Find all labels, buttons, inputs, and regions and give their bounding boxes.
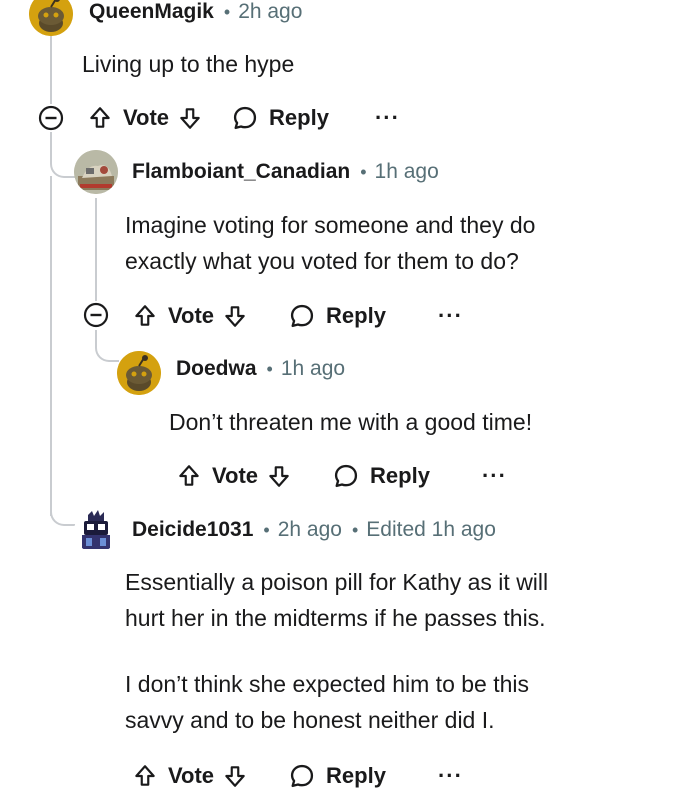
edited-timestamp: Edited 1h ago <box>366 518 496 541</box>
comment-line: Essentially a poison pill for Kathy as i… <box>125 569 549 595</box>
thread-line-flamboiant <box>95 198 97 301</box>
more-options-button[interactable]: ··· <box>438 305 463 327</box>
custom-avatar-icon <box>74 509 118 553</box>
more-options-button[interactable]: ··· <box>482 465 507 487</box>
thread-line-root-lower <box>50 132 52 162</box>
thread-elbow-flamboiant <box>50 160 76 178</box>
comment-meta: QueenMagik • 2h ago <box>89 0 302 24</box>
upvote-button[interactable] <box>132 303 158 329</box>
timestamp: 2h ago <box>238 0 303 23</box>
avatar[interactable] <box>74 509 118 553</box>
comment-line: I don’t think she expected him to be thi… <box>125 671 530 697</box>
comment-body: Living up to the hype <box>82 46 294 82</box>
upvote-button[interactable] <box>176 463 202 489</box>
collapse-button[interactable] <box>37 104 65 132</box>
comment-actions: Vote Reply ··· <box>132 756 463 796</box>
snoo-avatar-icon <box>29 0 73 36</box>
reply-bubble-icon <box>290 304 314 328</box>
reply-button[interactable]: Reply <box>288 302 386 330</box>
comment-line: Imagine voting for someone and they do <box>125 212 536 238</box>
reply-label: Reply <box>269 105 329 130</box>
downvote-icon <box>180 108 200 129</box>
downvote-icon <box>225 306 245 327</box>
comment-meta: Deicide1031 • 2h ago • Edited 1h ago <box>132 518 496 542</box>
comment-body: Don’t threaten me with a good time! <box>169 404 532 440</box>
comment-actions: Vote Reply ··· <box>87 98 400 138</box>
reply-label: Reply <box>326 303 386 328</box>
reply-button[interactable]: Reply <box>332 462 430 490</box>
reply-label: Reply <box>326 763 386 788</box>
upvote-icon <box>90 107 110 128</box>
upvote-icon <box>179 465 199 486</box>
thread-elbow-doedwa <box>95 330 119 362</box>
downvote-button[interactable] <box>266 463 292 489</box>
separator-dot: • <box>266 358 273 379</box>
separator-dot: • <box>360 161 367 182</box>
reply-label: Reply <box>370 463 430 488</box>
upvote-icon <box>135 305 155 326</box>
reply-bubble-icon <box>290 764 314 788</box>
avatar[interactable] <box>117 351 161 395</box>
upvote-button[interactable] <box>132 763 158 789</box>
collapse-icon <box>83 302 109 328</box>
reply-bubble-icon <box>233 106 257 130</box>
avatar[interactable] <box>74 150 118 194</box>
comment-actions: Vote Reply ··· <box>176 456 507 496</box>
vote-count: Vote <box>168 763 215 788</box>
collapse-button[interactable] <box>82 301 110 329</box>
more-options-button[interactable]: ··· <box>375 107 400 129</box>
upvote-icon <box>135 765 155 786</box>
comment-line: savvy and to be honest neither did I. <box>125 707 495 733</box>
comment-meta: Flamboiant_Canadian • 1h ago <box>132 160 439 184</box>
comment-body: Imagine voting for someone and they do e… <box>125 207 535 279</box>
downvote-button[interactable] <box>222 303 248 329</box>
reply-button[interactable]: Reply <box>231 104 329 132</box>
downvote-button[interactable] <box>222 763 248 789</box>
vote-count: Vote <box>168 303 215 328</box>
username[interactable]: QueenMagik <box>89 0 214 24</box>
comment-line: Living up to the hype <box>82 51 295 77</box>
username[interactable]: Deicide1031 <box>132 518 253 542</box>
avatar[interactable] <box>29 0 73 36</box>
thread-line-root <box>50 36 52 104</box>
username[interactable]: Flamboiant_Canadian <box>132 160 350 184</box>
timestamp: 1h ago <box>280 357 346 380</box>
comment-line: hurt her in the midterms if he passes th… <box>125 605 546 631</box>
separator-dot: • <box>351 519 359 540</box>
comment-actions: Vote Reply ··· <box>132 296 463 336</box>
collapse-icon <box>38 105 64 131</box>
comment-line: exactly what you voted for them to do? <box>125 248 519 274</box>
comment-line: Don’t threaten me with a good time! <box>169 409 533 435</box>
thread-elbow-deicide <box>50 500 76 526</box>
timestamp: 2h ago <box>277 518 342 541</box>
upvote-button[interactable] <box>87 105 113 131</box>
custom-avatar-icon <box>74 150 118 194</box>
comment-body: Essentially a poison pill for Kathy as i… <box>125 564 548 738</box>
reply-button[interactable]: Reply <box>288 762 386 790</box>
comment-meta: Doedwa • 1h ago <box>176 357 345 381</box>
separator-dot: • <box>263 519 270 540</box>
timestamp: 1h ago <box>374 160 439 183</box>
thread-line-root-continue <box>50 176 52 516</box>
vote-count: Vote <box>123 105 170 130</box>
downvote-icon <box>269 466 289 487</box>
more-options-button[interactable]: ··· <box>438 765 463 787</box>
username[interactable]: Doedwa <box>176 357 257 381</box>
reply-bubble-icon <box>334 464 358 488</box>
snoo-avatar-icon <box>117 351 161 395</box>
downvote-button[interactable] <box>177 105 203 131</box>
separator-dot: • <box>223 1 231 22</box>
downvote-icon <box>225 766 245 787</box>
vote-count: Vote <box>212 463 259 488</box>
